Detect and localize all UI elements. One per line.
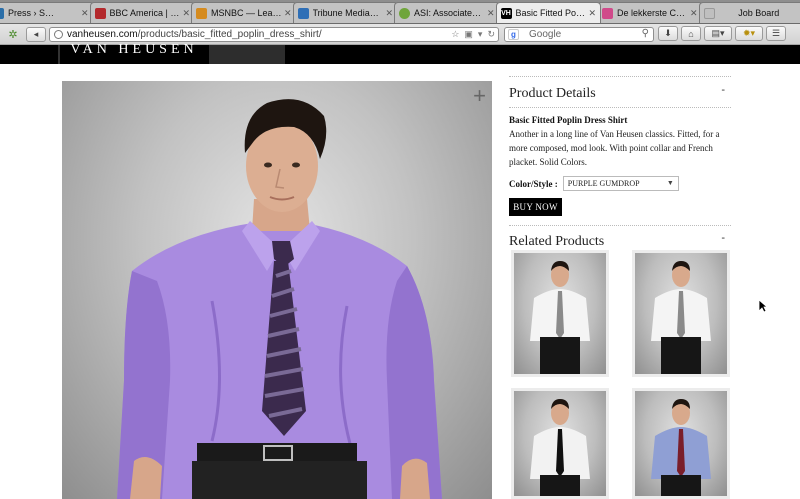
tab-label: De lekkerste C… bbox=[617, 8, 686, 18]
section-title: Related Products bbox=[509, 234, 605, 249]
model-photo bbox=[530, 399, 590, 496]
search-icon[interactable]: ⚲ bbox=[642, 28, 649, 39]
color-style-label: Color/Style : bbox=[509, 178, 558, 189]
google-icon[interactable]: g bbox=[508, 29, 519, 40]
color-style-row: Color/Style : PURPLE GUMDROP ▼ bbox=[509, 176, 731, 191]
product-name: Basic Fitted Poplin Dress Shirt bbox=[509, 115, 628, 125]
chevron-down-icon[interactable]: ▾ bbox=[478, 29, 483, 40]
tab-label: BBC America | … bbox=[109, 8, 180, 18]
reader-icon[interactable]: ▣ bbox=[464, 29, 473, 40]
zoom-icon[interactable]: + bbox=[473, 85, 486, 107]
collapse-icon[interactable]: - bbox=[721, 84, 725, 96]
collapse-icon[interactable]: - bbox=[721, 232, 725, 244]
globe-icon bbox=[54, 30, 63, 39]
download-icon[interactable]: ⬇ bbox=[658, 26, 678, 41]
tab-wordpress[interactable]: Press › S… ✕ bbox=[0, 2, 94, 23]
divider bbox=[509, 107, 731, 108]
tab-label: ASI: Associate… bbox=[414, 8, 482, 18]
back-button[interactable]: ◂ bbox=[26, 26, 46, 42]
mouse-cursor-icon bbox=[758, 299, 768, 313]
related-product-thumbnail[interactable] bbox=[511, 388, 609, 499]
tab-favicon bbox=[94, 7, 106, 19]
close-icon[interactable]: ✕ bbox=[182, 8, 190, 19]
close-icon[interactable]: ✕ bbox=[81, 8, 89, 19]
tab-favicon bbox=[0, 7, 4, 19]
product-sidebar: Product Details - Basic Fitted Poplin Dr… bbox=[509, 76, 731, 250]
product-description: Another in a long line of Van Heusen cla… bbox=[509, 129, 720, 167]
tab-label: Basic Fitted Po… bbox=[515, 8, 586, 18]
search-placeholder: Google bbox=[529, 29, 562, 40]
tab-label: MSNBC — Lea… bbox=[211, 8, 281, 18]
header-divider bbox=[58, 45, 60, 64]
tab-label: Tribune Media… bbox=[312, 8, 379, 18]
tab-favicon: VH bbox=[500, 7, 512, 19]
toolbar-buttons: ⬇ ⌂ ▤▾ ✹▾ ☰ bbox=[658, 26, 786, 41]
tab-van-heusen[interactable]: VH Basic Fitted Po… ✕ bbox=[495, 2, 601, 23]
extension-icon[interactable]: ✹▾ bbox=[735, 26, 763, 41]
screenshot-icon[interactable]: ▤▾ bbox=[704, 26, 732, 41]
home-icon[interactable]: ⌂ bbox=[681, 26, 701, 41]
model-photo bbox=[117, 99, 442, 499]
bookmark-star-icon[interactable]: ☆ bbox=[451, 29, 459, 40]
tab-favicon bbox=[399, 7, 410, 19]
tab-label: Press › S… bbox=[8, 8, 55, 18]
url-bar[interactable]: vanheusen.com/products/basic_fitted_popl… bbox=[49, 27, 499, 42]
related-product-thumbnail[interactable] bbox=[632, 250, 730, 377]
color-style-value: PURPLE GUMDROP bbox=[567, 179, 640, 188]
url-domain: vanheusen.com bbox=[67, 29, 138, 40]
reload-icon[interactable]: ↻ bbox=[487, 29, 495, 40]
tab-de-lekkerste[interactable]: De lekkerste C… ✕ bbox=[597, 2, 703, 23]
url-path: /products/basic_fitted_poplin_dress_shir… bbox=[137, 29, 322, 40]
tab-favicon bbox=[602, 7, 613, 19]
tab-msnbc[interactable]: MSNBC — Lea… ✕ bbox=[191, 2, 297, 23]
tab-tribune-media[interactable]: Tribune Media… ✕ bbox=[292, 2, 398, 23]
buy-now-button[interactable]: BUY NOW bbox=[509, 198, 562, 216]
related-product-thumbnail[interactable] bbox=[632, 388, 730, 499]
product-details-header[interactable]: Product Details - bbox=[509, 84, 731, 102]
close-icon[interactable]: ✕ bbox=[588, 8, 596, 19]
close-icon[interactable]: ✕ bbox=[385, 8, 393, 19]
site-header: VAN HEUSEN bbox=[0, 43, 800, 64]
color-style-select[interactable]: PURPLE GUMDROP ▼ bbox=[562, 176, 679, 191]
divider bbox=[509, 225, 731, 226]
addon-icon[interactable]: ✲ bbox=[4, 27, 22, 42]
search-bar[interactable]: g Google ⚲ bbox=[504, 27, 654, 42]
tab-favicon bbox=[703, 7, 715, 19]
tab-bbc-america[interactable]: BBC America | … ✕ bbox=[89, 2, 195, 23]
chevron-down-icon: ▼ bbox=[666, 179, 674, 187]
browser-tab-bar: Press › S… ✕ BBC America | … ✕ MSNBC — L… bbox=[0, 0, 800, 24]
model-photo bbox=[530, 261, 590, 374]
tab-label: Job Board bbox=[738, 8, 780, 18]
related-product-thumbnail[interactable] bbox=[511, 250, 609, 377]
menu-icon[interactable]: ☰ bbox=[766, 26, 786, 41]
url-bar-actions: ☆ ▣ ▾ ↻ bbox=[451, 29, 495, 40]
tab-favicon bbox=[196, 7, 207, 19]
close-icon[interactable]: ✕ bbox=[690, 8, 698, 19]
product-image[interactable]: + bbox=[62, 81, 492, 499]
section-title: Product Details bbox=[509, 86, 596, 101]
close-icon[interactable]: ✕ bbox=[284, 8, 292, 19]
close-icon[interactable]: ✕ bbox=[487, 8, 495, 19]
model-photo bbox=[651, 399, 711, 496]
site-logo[interactable]: VAN HEUSEN bbox=[60, 43, 208, 64]
model-photo bbox=[651, 261, 711, 374]
tab-job-board[interactable]: Job Board bbox=[698, 2, 800, 23]
related-products-header[interactable]: Related Products - bbox=[509, 232, 731, 250]
divider bbox=[509, 76, 731, 77]
header-nav-segment[interactable] bbox=[209, 45, 285, 64]
tab-favicon bbox=[297, 7, 309, 19]
tab-asi[interactable]: ASI: Associate… ✕ bbox=[394, 2, 500, 23]
